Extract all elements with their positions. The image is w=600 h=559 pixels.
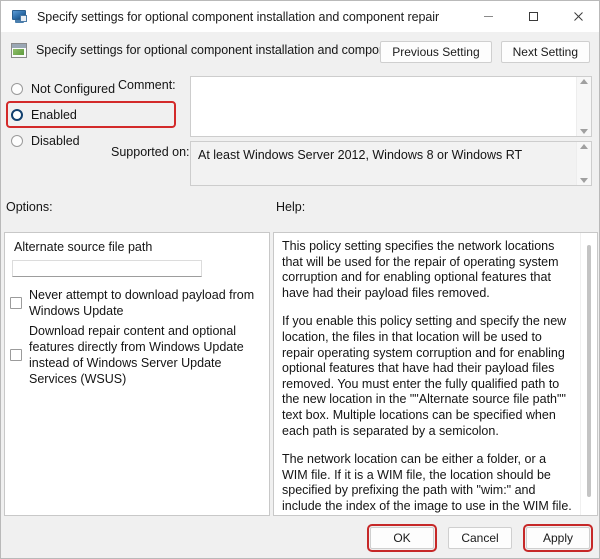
checkbox-label: Never attempt to download payload from W… bbox=[29, 288, 255, 318]
next-setting-button[interactable]: Next Setting bbox=[500, 41, 590, 63]
scroll-up-arrow[interactable] bbox=[580, 79, 588, 84]
supported-on-scrollbar[interactable] bbox=[576, 142, 591, 185]
help-scrollbar-thumb[interactable] bbox=[587, 245, 591, 497]
window-title: Specify settings for optional component … bbox=[37, 9, 440, 24]
checkbox-never-download-payload[interactable]: Never attempt to download payload from W… bbox=[10, 287, 260, 319]
checkbox-label: Download repair content and optional fea… bbox=[29, 324, 244, 386]
radio-enabled[interactable]: Enabled bbox=[6, 101, 176, 128]
comment-value[interactable] bbox=[191, 77, 576, 136]
navigation-buttons: Previous Setting Next Setting bbox=[380, 41, 590, 63]
comment-label: Comment: bbox=[118, 78, 176, 92]
checkbox-indicator bbox=[10, 349, 22, 361]
window-controls bbox=[466, 1, 599, 32]
help-text: This policy setting specifies the networ… bbox=[282, 239, 575, 515]
help-paragraph: This policy setting specifies the networ… bbox=[282, 239, 559, 300]
radio-indicator bbox=[11, 134, 23, 147]
policy-setting-icon bbox=[11, 42, 27, 58]
cancel-button-wrap: Cancel bbox=[445, 524, 515, 552]
ok-button-highlight: OK bbox=[367, 524, 437, 552]
help-paragraph: If you enable this policy setting and sp… bbox=[282, 314, 567, 438]
help-content: This policy setting specifies the networ… bbox=[274, 233, 580, 515]
supported-on-field: At least Windows Server 2012, Windows 8 … bbox=[190, 141, 592, 186]
supported-on-value: At least Windows Server 2012, Windows 8 … bbox=[198, 148, 523, 162]
help-paragraph: The network location can be either a fol… bbox=[282, 452, 572, 515]
options-panel: Alternate source file path Never attempt… bbox=[4, 232, 270, 516]
checkbox-download-repair-content[interactable]: Download repair content and optional fea… bbox=[10, 323, 260, 387]
help-scrollbar[interactable] bbox=[580, 233, 597, 515]
group-policy-setting-dialog: Specify settings for optional component … bbox=[0, 0, 600, 559]
apply-button[interactable]: Apply bbox=[526, 527, 590, 549]
ok-button[interactable]: OK bbox=[370, 527, 434, 549]
help-section-label: Help: bbox=[276, 200, 306, 214]
apply-button-highlight: Apply bbox=[523, 524, 593, 552]
dialog-footer: OK Cancel Apply bbox=[1, 516, 599, 558]
close-icon[interactable] bbox=[556, 1, 599, 32]
comment-field[interactable] bbox=[190, 76, 592, 137]
radio-label: Disabled bbox=[31, 133, 80, 148]
minimize-icon[interactable] bbox=[466, 1, 511, 32]
help-panel: This policy setting specifies the networ… bbox=[273, 232, 598, 516]
options-content: Alternate source file path Never attempt… bbox=[5, 233, 269, 515]
scroll-down-arrow[interactable] bbox=[580, 129, 588, 134]
footer-buttons: OK Cancel Apply bbox=[367, 524, 593, 552]
alternate-path-input[interactable] bbox=[12, 260, 202, 277]
scroll-down-arrow[interactable] bbox=[580, 178, 588, 183]
radio-indicator bbox=[11, 82, 23, 95]
setting-title: Specify settings for optional component … bbox=[36, 43, 439, 57]
policy-window-icon bbox=[12, 9, 28, 24]
radio-indicator-selected bbox=[11, 108, 23, 121]
scroll-up-arrow[interactable] bbox=[580, 144, 588, 149]
cancel-button[interactable]: Cancel bbox=[448, 527, 512, 549]
previous-setting-button[interactable]: Previous Setting bbox=[380, 41, 492, 63]
state-area: Not Configured Enabled Disabled Comment:… bbox=[1, 68, 599, 193]
comment-scrollbar[interactable] bbox=[576, 77, 591, 136]
radio-label: Not Configured bbox=[31, 81, 116, 96]
checkbox-indicator bbox=[10, 297, 22, 309]
alternate-path-label: Alternate source file path bbox=[14, 240, 153, 254]
title-bar: Specify settings for optional component … bbox=[1, 1, 599, 33]
radio-label: Enabled bbox=[31, 107, 77, 122]
options-section-label: Options: bbox=[6, 200, 53, 214]
supported-on-label: Supported on: bbox=[111, 145, 190, 159]
maximize-icon[interactable] bbox=[511, 1, 556, 32]
